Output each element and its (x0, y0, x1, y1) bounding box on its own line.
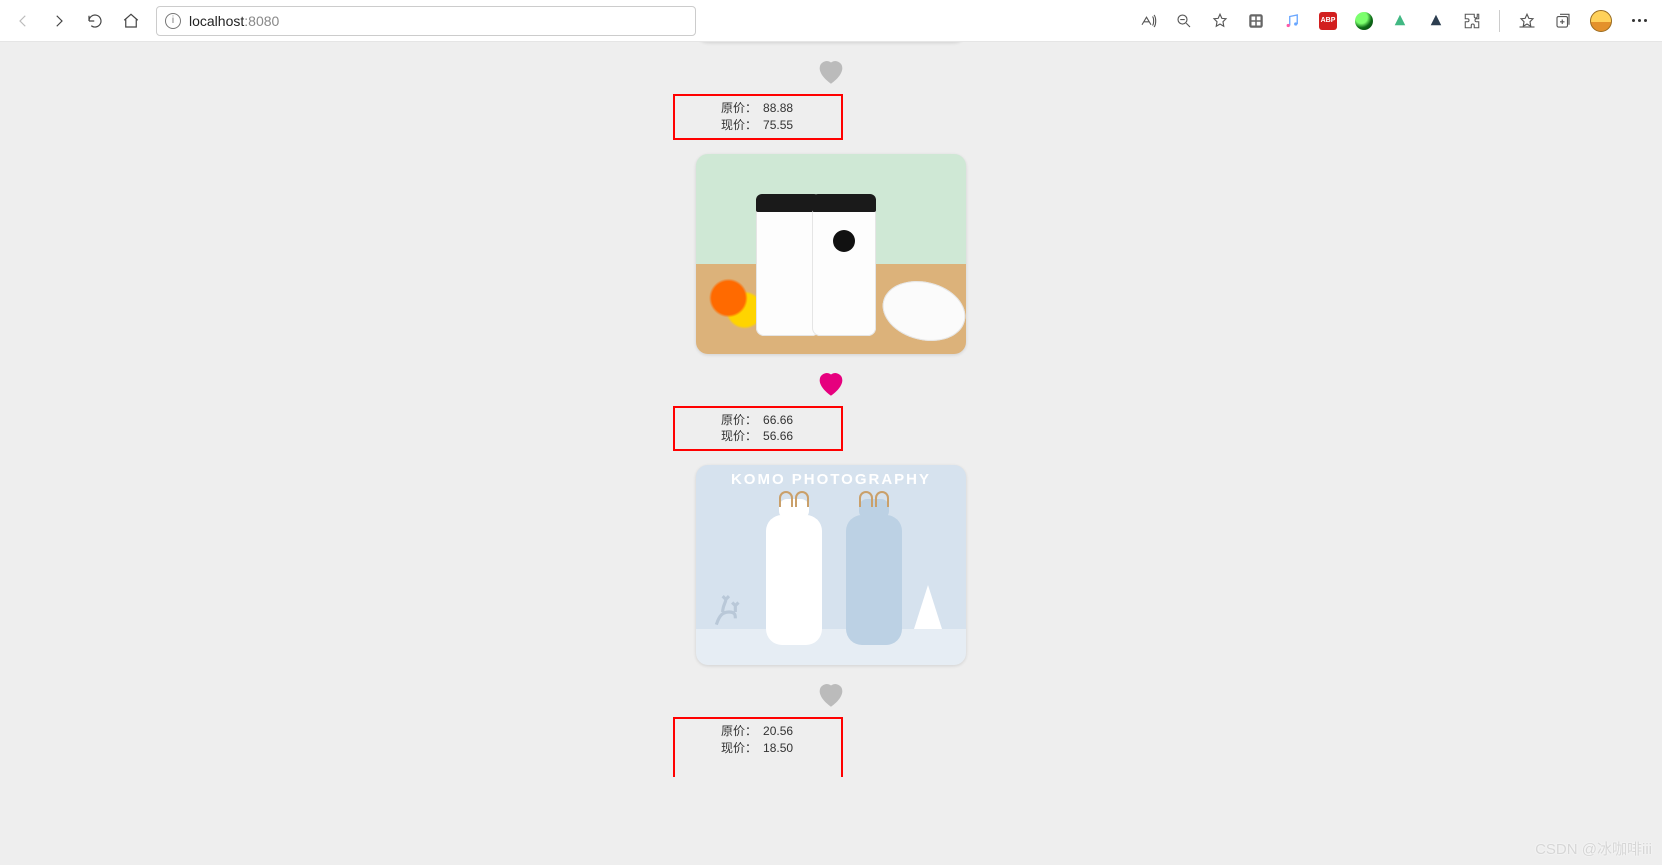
product-image[interactable] (696, 154, 966, 354)
tree-decoration (914, 585, 942, 629)
refresh-button[interactable] (86, 12, 104, 30)
home-icon (122, 12, 140, 30)
zoom-icon (1175, 12, 1193, 30)
url-text: localhost:8080 (189, 13, 279, 29)
nav-buttons (14, 12, 140, 30)
bottle-decoration (846, 515, 902, 645)
toolbar-divider (1499, 10, 1500, 32)
like-button[interactable] (814, 366, 848, 400)
favorite-star-icon (1211, 12, 1229, 30)
price-box: 原价： 20.56 现价： 18.50 (673, 717, 843, 777)
favorite-button[interactable] (1211, 12, 1229, 30)
current-price-label: 现价： (721, 428, 757, 445)
favorites-bar-button[interactable] (1518, 12, 1536, 30)
original-price-value: 88.88 (763, 100, 793, 117)
url-port: :8080 (244, 13, 279, 29)
extensions-button[interactable] (1463, 12, 1481, 30)
home-button[interactable] (122, 12, 140, 30)
profile-button[interactable] (1590, 10, 1612, 32)
music-ext-button[interactable] (1283, 12, 1301, 30)
grid-ext-button[interactable] (1247, 12, 1265, 30)
original-price-value: 66.66 (763, 412, 793, 429)
more-icon (1632, 19, 1647, 22)
current-price-label: 现价： (721, 117, 757, 134)
original-price-label: 原价： (721, 412, 757, 429)
download-ext-button[interactable] (1355, 12, 1373, 30)
toolbar-right: ABP ▼ ▼ (1139, 10, 1648, 32)
page-viewport[interactable]: 原价： 88.88 现价： 75.55 原价： 66.66 现价： 56.66 (0, 42, 1662, 865)
collections-button[interactable] (1554, 12, 1572, 30)
current-price-value: 18.50 (763, 740, 793, 757)
abp-label: ABP (1321, 17, 1336, 24)
more-button[interactable] (1630, 12, 1648, 30)
product-card: KOMO PHOTOGRAPHY 原价： 20.56 现价： 18.50 (681, 465, 981, 777)
image-overlay-text: KOMO PHOTOGRAPHY (696, 471, 966, 488)
price-box: 原价： 88.88 现价： 75.55 (673, 94, 843, 140)
current-price-label: 现价： (721, 740, 757, 757)
back-button[interactable] (14, 12, 32, 30)
adblock-ext-button[interactable]: ABP (1319, 12, 1337, 30)
price-box: 原价： 66.66 现价： 56.66 (673, 406, 843, 452)
current-price-value: 56.66 (763, 428, 793, 445)
forward-icon (50, 12, 68, 30)
product-card: 原价： 88.88 现价： 75.55 (681, 42, 981, 140)
address-bar[interactable]: i localhost:8080 (156, 6, 696, 36)
read-aloud-button[interactable] (1139, 12, 1157, 30)
product-feed: 原价： 88.88 现价： 75.55 原价： 66.66 现价： 56.66 (681, 42, 981, 791)
bottle-decoration (766, 515, 822, 645)
original-price-label: 原价： (721, 723, 757, 740)
heart-icon (814, 366, 848, 400)
refresh-icon (86, 12, 104, 30)
back-icon (14, 12, 32, 30)
like-button[interactable] (814, 677, 848, 711)
site-info-icon[interactable]: i (165, 13, 181, 29)
vue-devtools-button-2[interactable]: ▼ (1427, 12, 1445, 30)
original-price-label: 原价： (721, 100, 757, 117)
deer-decoration (710, 589, 748, 635)
original-price-value: 20.56 (763, 723, 793, 740)
zoom-button[interactable] (1175, 12, 1193, 30)
like-button[interactable] (814, 54, 848, 88)
product-image[interactable]: KOMO PHOTOGRAPHY (696, 465, 966, 665)
heart-icon (814, 54, 848, 88)
extensions-puzzle-icon (1463, 12, 1481, 30)
grid-icon (1247, 12, 1265, 30)
collections-icon (1554, 12, 1572, 30)
watermark: CSDN @冰咖啡iii (1535, 838, 1652, 859)
read-aloud-icon (1139, 12, 1157, 30)
product-card: 原价： 66.66 现价： 56.66 (681, 154, 981, 452)
current-price-value: 75.55 (763, 117, 793, 134)
vue-devtools-button-1[interactable]: ▼ (1391, 12, 1409, 30)
heart-icon (814, 677, 848, 711)
music-icon (1283, 12, 1301, 30)
browser-toolbar: i localhost:8080 ABP ▼ ▼ (0, 0, 1662, 42)
favorites-icon (1518, 12, 1536, 30)
forward-button[interactable] (50, 12, 68, 30)
url-host: localhost (189, 13, 244, 29)
